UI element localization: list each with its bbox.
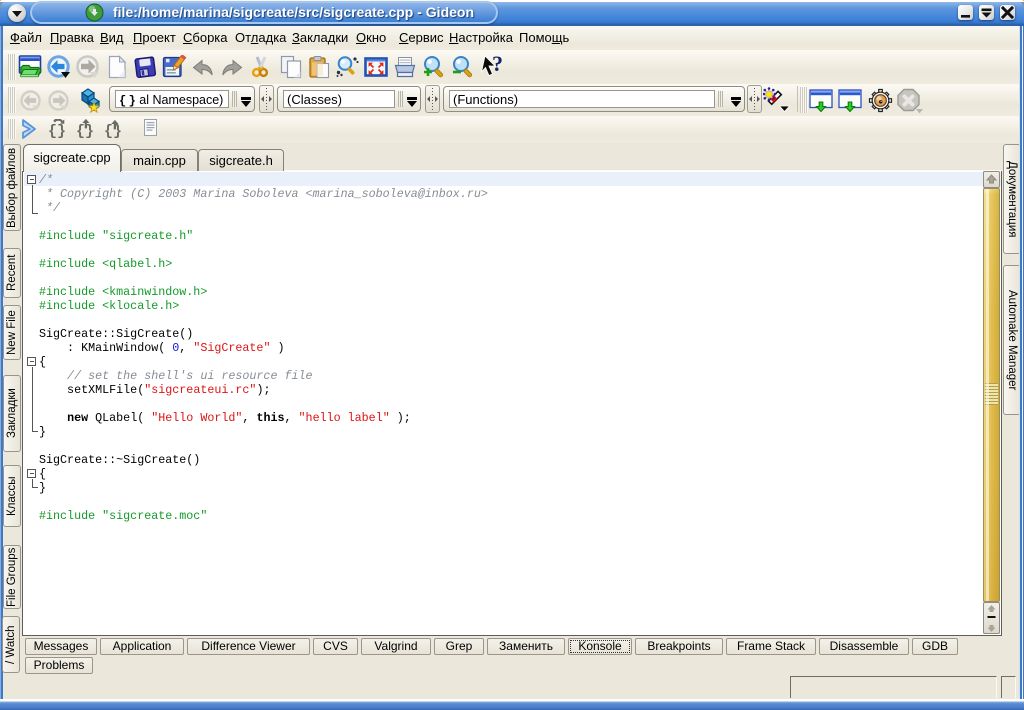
svg-text:?: ? bbox=[492, 54, 503, 76]
svg-text:{}: {} bbox=[104, 123, 122, 139]
svg-text:{}: {} bbox=[48, 123, 66, 139]
